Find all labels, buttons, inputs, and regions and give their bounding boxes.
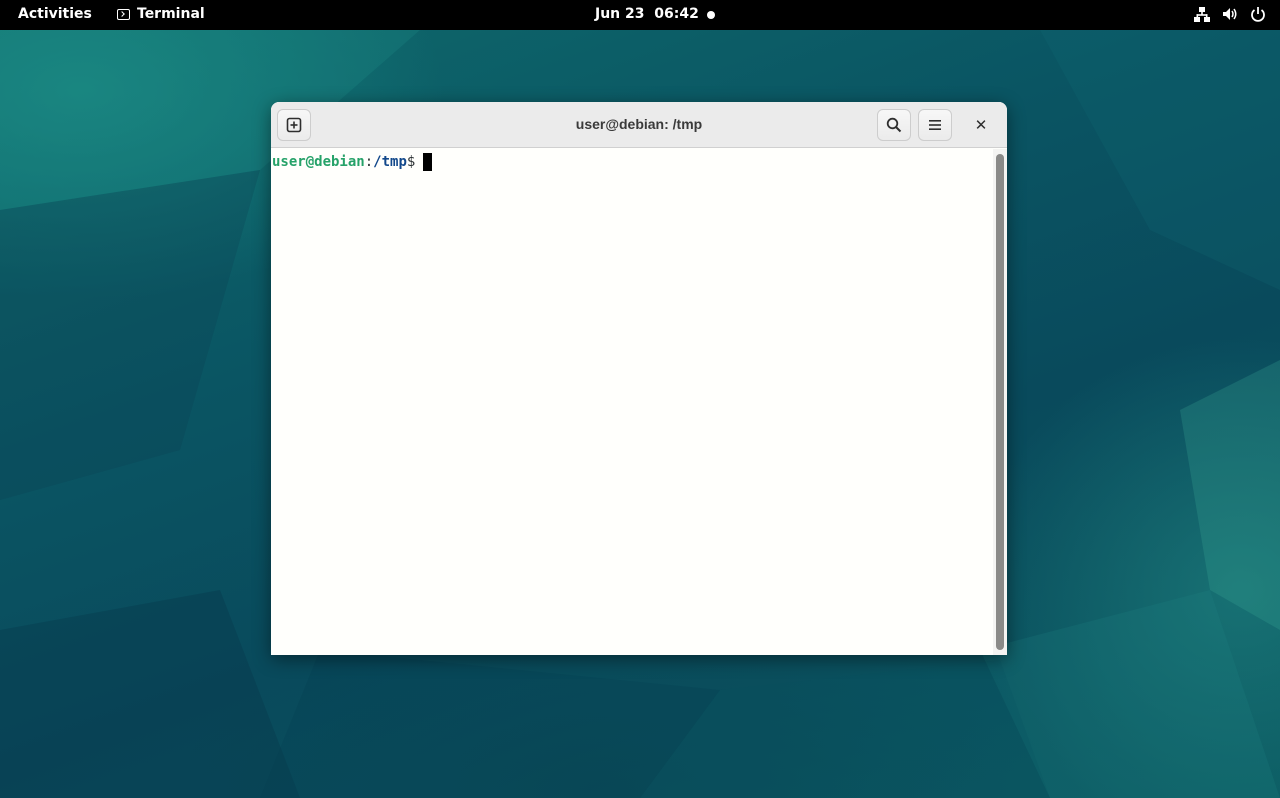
close-button[interactable]: ✕	[970, 114, 992, 136]
text-cursor	[423, 153, 433, 171]
clock-button[interactable]: Jun 23 06:42	[595, 6, 699, 22]
terminal-icon	[117, 8, 130, 20]
hamburger-menu-icon	[929, 120, 941, 130]
terminal-scrollbar[interactable]	[993, 149, 1007, 655]
prompt-user-host: user@debian	[272, 154, 365, 170]
terminal-window: user@debian: /tmp ✕ user@debian:/tmp$	[271, 102, 1007, 655]
search-icon	[886, 117, 902, 133]
search-button[interactable]	[877, 109, 911, 141]
window-headerbar[interactable]: user@debian: /tmp ✕	[271, 102, 1007, 148]
app-menu-label: Terminal	[137, 6, 205, 22]
notification-dot-icon	[707, 11, 715, 19]
app-menu-terminal[interactable]: Terminal	[117, 6, 205, 22]
network-icon[interactable]	[1194, 6, 1210, 22]
prompt-symbol: $	[406, 154, 416, 170]
terminal-output[interactable]: user@debian:/tmp$	[271, 149, 993, 655]
prompt-colon: :	[364, 154, 374, 170]
volume-icon[interactable]	[1222, 6, 1238, 22]
activities-button[interactable]: Activities	[18, 6, 92, 22]
menu-button[interactable]	[918, 109, 952, 141]
power-icon[interactable]	[1250, 6, 1266, 22]
prompt-path: /tmp	[373, 154, 407, 170]
top-bar: Activities Terminal Jun 23 06:42	[0, 0, 1280, 30]
close-icon: ✕	[974, 116, 988, 134]
system-tray[interactable]	[1194, 6, 1266, 22]
scrollbar-thumb[interactable]	[996, 154, 1004, 650]
shell-prompt: user@debian:/tmp$	[272, 153, 433, 171]
